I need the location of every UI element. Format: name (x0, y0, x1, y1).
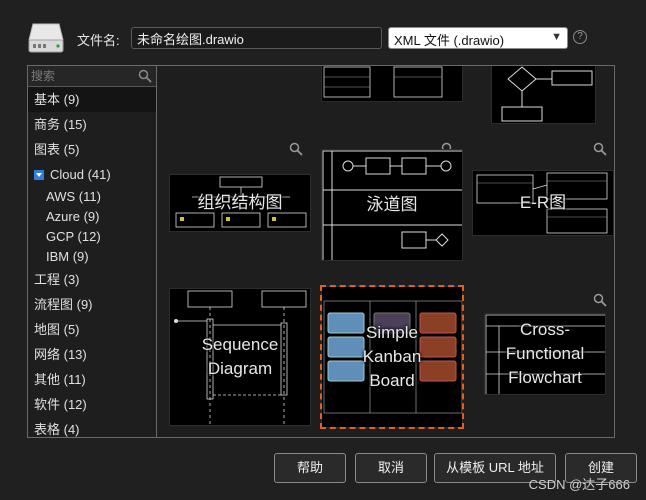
sidebar-category-label: 表格 (4) (34, 422, 80, 437)
template-kanban[interactable]: Simple Kanban Board (320, 285, 464, 429)
expand-toggle-icon[interactable] (34, 170, 44, 180)
sidebar-category-item[interactable]: 基本 (9) (28, 87, 156, 112)
filename-input[interactable] (131, 27, 382, 49)
sidebar-category-item[interactable]: Cloud (41) (28, 162, 156, 187)
search-input[interactable] (28, 66, 156, 86)
category-sidebar: 基本 (9) 商务 (15) 图表 (5) Cloud (41) AWS (11) Azu… (28, 66, 157, 437)
sidebar-category-label: Azure (9) (46, 209, 100, 224)
sidebar-category-item[interactable]: 软件 (12) (28, 392, 156, 417)
category-list: 基本 (9) 商务 (15) 图表 (5) Cloud (41) AWS (11) Azu… (28, 87, 156, 437)
sidebar-category-label: GCP (12) (46, 229, 101, 244)
sidebar-category-item[interactable]: IBM (9) (28, 247, 156, 267)
chevron-down-icon: ▼ (551, 31, 562, 43)
sidebar-category-label: 地图 (5) (34, 322, 80, 337)
template-thumbnail (501, 66, 593, 122)
sidebar-category-label: 其他 (11) (34, 372, 86, 387)
help-button[interactable]: 帮助 (274, 453, 346, 483)
format-select-value: XML 文件 (.drawio) (394, 33, 505, 48)
template-tile-partial[interactable] (321, 66, 463, 102)
template-thumbnail (323, 66, 443, 98)
format-select[interactable]: XML 文件 (.drawio) ▼ (388, 27, 568, 49)
sidebar-category-item[interactable]: AWS (11) (28, 187, 156, 207)
sidebar-category-item[interactable]: 其他 (11) (28, 367, 156, 392)
sidebar-category-item[interactable]: 地图 (5) (28, 317, 156, 342)
sidebar-category-item[interactable]: 图表 (5) (28, 137, 156, 162)
sidebar-category-item[interactable]: 流程图 (9) (28, 292, 156, 317)
zoom-icon[interactable] (289, 142, 303, 156)
template-cross-functional[interactable]: Cross- Functional Flowchart (484, 313, 606, 395)
template-org-chart[interactable]: 组织结构图 (169, 174, 311, 232)
sidebar-category-label: 商务 (15) (34, 117, 87, 132)
cancel-button[interactable]: 取消 (355, 453, 427, 483)
sidebar-category-item[interactable]: 商务 (15) (28, 112, 156, 137)
sidebar-category-label: 软件 (12) (34, 397, 87, 412)
template-panel: 基本 (9) 商务 (15) 图表 (5) Cloud (41) AWS (11) Azu… (27, 65, 615, 438)
drive-icon (28, 23, 64, 53)
template-label: 组织结构图 (197, 193, 283, 212)
template-label: 泳道图 (366, 195, 418, 214)
sidebar-category-item[interactable]: GCP (12) (28, 227, 156, 247)
zoom-icon[interactable] (593, 293, 607, 307)
sidebar-category-label: IBM (9) (46, 249, 89, 264)
help-icon[interactable]: ? (573, 30, 587, 44)
search-box (28, 66, 156, 87)
template-swimlane[interactable]: 泳道图 (321, 149, 463, 261)
sidebar-category-label: Cloud (41) (50, 167, 111, 182)
sidebar-category-label: 网络 (13) (34, 347, 87, 362)
watermark: CSDN @达子666 (528, 477, 630, 492)
sidebar-category-label: AWS (11) (46, 189, 101, 204)
sidebar-category-item[interactable]: 网络 (13) (28, 342, 156, 367)
sidebar-category-label: 工程 (3) (34, 272, 80, 287)
template-label: E-R图 (519, 193, 567, 212)
sidebar-category-item[interactable]: 表格 (4) (28, 417, 156, 437)
template-label: Sequence Diagram (201, 335, 279, 378)
sidebar-category-item[interactable]: 工程 (3) (28, 267, 156, 292)
sidebar-category-label: 流程图 (9) (34, 297, 93, 312)
sidebar-category-label: 基本 (9) (34, 92, 80, 107)
template-label: Simple Kanban Board (362, 323, 422, 390)
template-gallery: 组织结构图 泳道图 E-R图 Sequence Diagram Simple K… (158, 66, 614, 437)
template-label: Cross- Functional Flowchart (505, 320, 585, 387)
sidebar-category-item[interactable]: Azure (9) (28, 207, 156, 227)
template-er[interactable]: E-R图 (472, 170, 614, 236)
template-tile-partial[interactable] (491, 66, 596, 124)
search-icon[interactable] (138, 69, 152, 83)
template-sequence[interactable]: Sequence Diagram (169, 288, 311, 426)
zoom-icon[interactable] (593, 142, 607, 156)
sidebar-category-label: 图表 (5) (34, 142, 80, 157)
filename-label: 文件名: (77, 33, 120, 48)
